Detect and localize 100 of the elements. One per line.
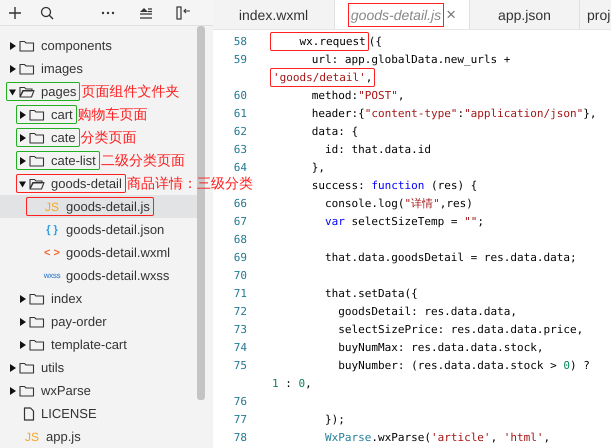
- js-file-icon: JS: [23, 430, 41, 444]
- caret-right-icon: [19, 294, 26, 302]
- item-label: cart: [51, 106, 73, 123]
- annotation-note: 购物车页面: [78, 106, 148, 124]
- tree-row[interactable]: JS goods-detail.js: [0, 195, 197, 218]
- open-folder-icon: [19, 84, 35, 98]
- code-line: method:"POST",: [310, 88, 404, 102]
- list-icon[interactable]: [139, 6, 153, 20]
- folder-icon: [29, 338, 45, 352]
- item-label: wxParse: [41, 382, 91, 399]
- code-line: that.data.goodsDetail = res.data.data;: [324, 250, 577, 264]
- item-label: utils: [41, 359, 64, 376]
- code-line: buyNumber: (res.data.data.stock > 0) ?: [337, 358, 590, 372]
- tree-row[interactable]: pay-order: [0, 310, 197, 333]
- tree-row[interactable]: pages 页面组件文件夹: [0, 80, 197, 103]
- code-line: 1 : 0,: [272, 376, 312, 390]
- json-file-icon: { }: [43, 224, 61, 236]
- close-button[interactable]: ×: [446, 4, 456, 24]
- tree-row[interactable]: template-cart: [0, 333, 197, 356]
- item-label: goods-detail: [51, 175, 122, 192]
- tab[interactable]: proj: [580, 0, 611, 29]
- caret-right-icon: [19, 318, 26, 326]
- tree-row[interactable]: { } goods-detail.json: [0, 218, 197, 241]
- line-number: 74: [232, 340, 248, 354]
- line-number: 60: [232, 88, 248, 102]
- js-file-icon: JS: [43, 200, 61, 214]
- line-number: 75: [232, 358, 248, 372]
- tab[interactable]: app.json: [470, 0, 580, 29]
- annotation-note: 商品详情：三级分类: [126, 174, 253, 192]
- add-icon[interactable]: [8, 6, 22, 20]
- open-folder-icon: [29, 176, 45, 190]
- item-label: goods-detail.wxml: [66, 244, 170, 261]
- code-line: selectSizePrice: res.data.data.price,: [337, 322, 584, 336]
- code-line: },: [310, 160, 325, 174]
- tree-row[interactable]: wxss goods-detail.wxss: [0, 264, 197, 287]
- tree-row[interactable]: goods-detail 商品详情：三级分类: [0, 172, 253, 195]
- item-label: index: [51, 290, 82, 307]
- tree-row[interactable]: components: [0, 34, 197, 57]
- tree-row[interactable]: < > goods-detail.wxml: [0, 241, 197, 264]
- code-line: header:{"content-type":"application/json"},: [310, 106, 597, 120]
- caret-right-icon: [19, 110, 26, 118]
- item-label: template-cart: [51, 336, 127, 353]
- item-label: goods-detail.wxss: [66, 267, 170, 284]
- folder-icon: [29, 154, 45, 168]
- tree-row[interactable]: LICENSE: [0, 402, 197, 425]
- tree-row[interactable]: wxParse: [0, 379, 197, 402]
- line-number: 77: [232, 412, 248, 426]
- line-number: 70: [232, 268, 248, 282]
- tree-row[interactable]: cate 分类页面: [0, 126, 197, 149]
- folder-icon: [29, 130, 45, 144]
- caret-right-icon: [9, 386, 16, 394]
- tab[interactable]: goods-detail.js ×: [335, 0, 470, 29]
- folder-icon: [19, 62, 35, 76]
- tree-row[interactable]: index: [0, 287, 197, 310]
- search-icon[interactable]: [40, 6, 54, 20]
- line-number: 78: [232, 430, 248, 444]
- tree-row[interactable]: utils: [0, 356, 197, 379]
- item-label: cate: [51, 129, 76, 146]
- code-line: WxParse.wxParse('article', 'html',: [324, 430, 550, 444]
- annotation-note: 页面组件文件夹: [81, 82, 180, 100]
- caret-right-icon: [9, 42, 16, 50]
- folder-icon: [29, 314, 45, 328]
- folder-icon: [19, 38, 35, 52]
- folder-icon: [29, 108, 45, 122]
- code-line: success: function (res) {: [310, 178, 478, 192]
- line-number: 61: [232, 106, 248, 120]
- item-label: goods-detail.json: [66, 221, 164, 238]
- line-number: 63: [232, 142, 248, 156]
- code-line: console.log("详情",res): [324, 196, 473, 210]
- tree-row[interactable]: images: [0, 57, 197, 80]
- line-number: 76: [232, 394, 248, 408]
- item-label: components: [41, 37, 112, 54]
- line-number: 68: [232, 232, 248, 246]
- line-number: 58: [232, 34, 248, 48]
- caret-right-icon: [19, 134, 26, 142]
- annotation-note: 二级分类页面: [100, 152, 185, 170]
- caret-right-icon: [19, 340, 26, 348]
- file-icon: [23, 406, 35, 420]
- code-line: var selectSizeTemp = "";: [324, 214, 484, 228]
- wxss-file-icon: wxss: [43, 271, 61, 280]
- folder-icon: [19, 384, 35, 398]
- folder-icon: [19, 360, 35, 374]
- line-number: 73: [232, 322, 248, 336]
- line-number: 72: [232, 304, 248, 318]
- tree-row[interactable]: cart 购物车页面: [0, 103, 197, 126]
- annotation-note: 分类页面: [80, 128, 137, 146]
- item-label: app.js: [46, 428, 81, 445]
- caret-right-icon: [9, 64, 16, 72]
- item-label: LICENSE: [41, 405, 97, 422]
- caret-down-icon: [19, 180, 26, 188]
- line-number: 66: [232, 196, 248, 210]
- item-label: pay-order: [51, 313, 107, 330]
- tree-row[interactable]: JS app.js: [0, 425, 197, 448]
- line-number: 64: [232, 160, 248, 174]
- code-line: id: that.data.id: [324, 142, 431, 156]
- line-number: 62: [232, 124, 248, 138]
- tree-row[interactable]: cate-list 二级分类页面: [0, 149, 197, 172]
- code-line: data: {: [310, 124, 358, 138]
- caret-right-icon: [9, 364, 16, 372]
- panel-arrow-icon[interactable]: [176, 6, 191, 20]
